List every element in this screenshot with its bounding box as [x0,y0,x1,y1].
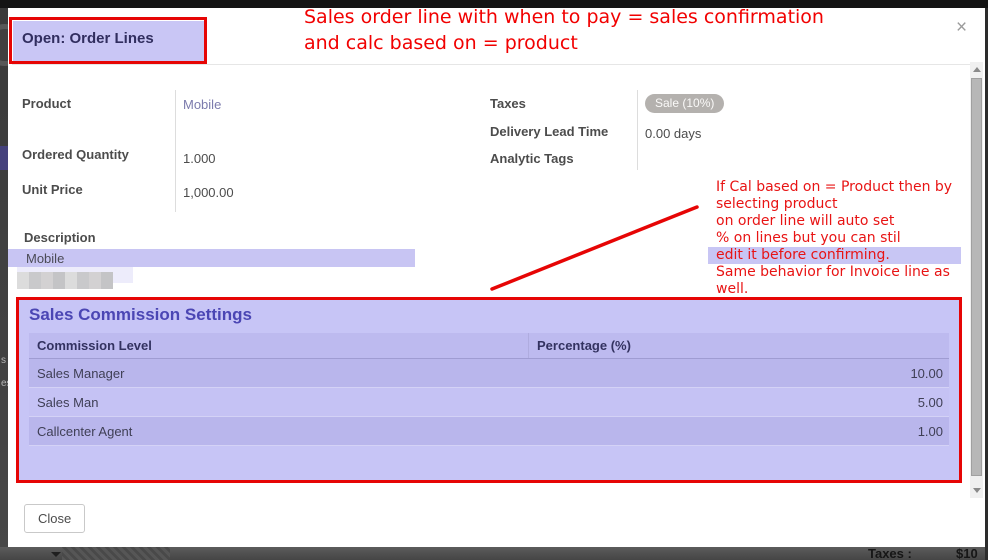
table-row[interactable]: Sales Man 5.00 [29,388,949,417]
sales-commission-section: Sales Commission Settings Commission Lev… [16,297,962,483]
annotation-top-note: Sales order line with when to pay = sale… [304,4,824,56]
commission-table: Commission Level Percentage (%) Sales Ma… [29,333,949,446]
background-bottom-strip: Taxes : $10 [0,547,985,560]
background-taxes-label: Taxes : [868,547,912,560]
unit-price-label: Unit Price [22,182,83,197]
background-left-strip: s es [0,8,8,547]
ordered-quantity-label: Ordered Quantity [22,147,129,162]
unit-price-value: 1,000.00 [183,185,234,200]
product-link[interactable]: Mobile [183,97,221,112]
percentage-cell: 5.00 [529,395,949,410]
redacted-text-blur [17,272,113,289]
percentage-cell: 10.00 [529,366,949,381]
close-icon[interactable]: × [956,18,967,38]
delivery-lead-time-label: Delivery Lead Time [490,124,608,139]
commission-table-header: Commission Level Percentage (%) [29,333,949,359]
ordered-quantity-value: 1.000 [183,151,216,166]
annotation-line: Sales order line with when to pay = sale… [304,4,824,30]
dropdown-arrow-icon [51,552,61,557]
scroll-down-icon[interactable] [973,488,981,493]
field-separator [175,90,176,212]
analytic-tags-label: Analytic Tags [490,151,574,166]
close-button[interactable]: Close [24,504,85,533]
scrollbar-thumb[interactable] [971,78,982,476]
description-line: Mobile [26,251,64,266]
field-separator [637,90,638,170]
commission-level-cell: Sales Manager [29,366,529,381]
scroll-up-icon[interactable] [973,67,981,72]
product-label: Product [22,96,71,111]
modal-scrollbar[interactable] [970,62,983,498]
commission-section-title: Sales Commission Settings [29,305,252,325]
tax-tag-badge: Sale (10%) [645,94,724,113]
annotation-line: and calc based on = product [304,30,824,56]
background-pattern [62,547,170,560]
annotation-line: Same behavior for Invoice line as [708,264,961,281]
background-logo-fragment [0,24,8,66]
annotation-line: well. [708,281,961,298]
column-header-level: Commission Level [29,333,529,358]
annotation-line: % on lines but you can stil [708,230,961,247]
table-row[interactable]: Callcenter Agent 1.00 [29,417,949,446]
annotation-arrow [480,200,710,305]
modal-title: Open: Order Lines [22,30,154,47]
background-text-fragment: es [1,378,8,389]
annotation-line: selecting product [708,196,961,213]
background-text-fragment: s [1,355,6,366]
order-line-modal: Open: Order Lines × Product Ordered Quan… [8,8,985,547]
percentage-cell: 1.00 [529,424,949,439]
description-selection-highlight: Mobile [8,249,415,267]
background-taxes-value: $10 [956,547,978,560]
annotation-side-note: If Cal based on = Product then by select… [708,179,961,298]
annotation-line-highlighted: edit it before confirming. [708,247,961,264]
annotation-line: If Cal based on = Product then by [708,179,961,196]
taxes-label: Taxes [490,96,526,111]
commission-level-cell: Sales Man [29,395,529,410]
header-divider [12,64,980,65]
background-highlight-fragment [0,146,8,170]
commission-level-cell: Callcenter Agent [29,424,529,439]
column-header-percentage: Percentage (%) [529,338,949,353]
table-row[interactable]: Sales Manager 10.00 [29,359,949,388]
description-label: Description [24,230,96,245]
delivery-lead-time-value: 0.00 days [645,126,701,141]
annotation-line: on order line will auto set [708,213,961,230]
